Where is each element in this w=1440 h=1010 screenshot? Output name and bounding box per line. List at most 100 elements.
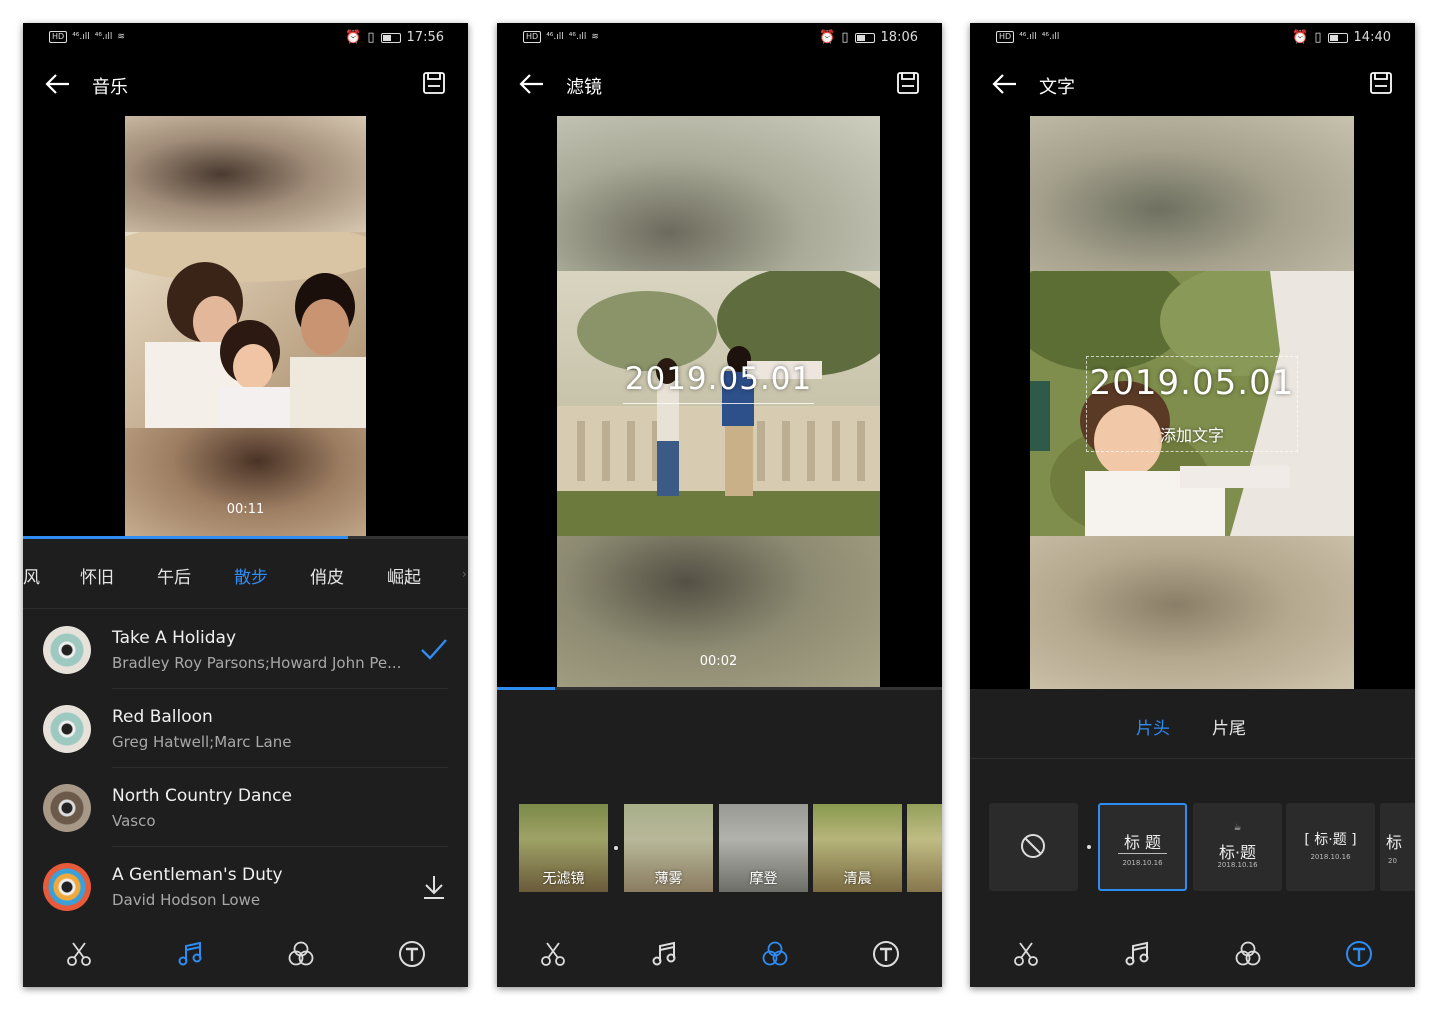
overlay-underline bbox=[623, 403, 814, 404]
tab-huaijiu[interactable]: 怀旧 bbox=[80, 563, 114, 588]
app-bar: 文字 bbox=[970, 65, 1415, 105]
overlay-date-text[interactable]: 2019.05.01 bbox=[557, 361, 880, 397]
filter-strip: 无滤镜 薄雾 摩登 清晨 bbox=[497, 804, 942, 892]
text-panel: 片头 片尾 标 题 2018.10.16 ☕ 标·题 2018.10.16 [ … bbox=[970, 689, 1415, 925]
template-none[interactable] bbox=[989, 803, 1078, 891]
filter-modern[interactable]: 摩登 bbox=[719, 804, 808, 892]
template-date: 2018.10.16 bbox=[1217, 861, 1258, 869]
list-item[interactable]: Take A Holiday Bradley Roy Parsons;Howar… bbox=[23, 610, 468, 689]
playback-time: 00:02 bbox=[699, 654, 738, 669]
bottom-toolbar bbox=[970, 925, 1415, 987]
list-item[interactable]: North Country Dance Vasco bbox=[23, 768, 468, 847]
scissors-icon[interactable] bbox=[539, 940, 567, 968]
save-icon[interactable] bbox=[1369, 71, 1393, 95]
cup-icon: ☕ bbox=[1233, 823, 1242, 833]
template-strip: 标 题 2018.10.16 ☕ 标·题 2018.10.16 [ 标·题 ] … bbox=[970, 803, 1415, 891]
filter-mist[interactable]: 薄雾 bbox=[624, 804, 713, 892]
tab-wuhou[interactable]: 午后 bbox=[157, 563, 191, 588]
tab-ending[interactable]: 片尾 bbox=[1212, 714, 1246, 739]
save-icon[interactable] bbox=[896, 71, 920, 95]
app-bar: 音乐 bbox=[23, 65, 468, 105]
template-title-2[interactable]: ☕ 标·题 2018.10.16 bbox=[1193, 803, 1282, 891]
template-rule bbox=[1118, 853, 1167, 854]
template-title-4[interactable]: 标 20 bbox=[1380, 803, 1415, 891]
save-icon[interactable] bbox=[422, 71, 446, 95]
song-artist: Greg Hatwell;Marc Lane bbox=[112, 733, 292, 751]
video-preview[interactable]: 2019.05.01 00:02 bbox=[557, 116, 880, 689]
text-t-icon[interactable] bbox=[398, 940, 426, 968]
signal-icon: ⁴⁶.ıll bbox=[72, 32, 90, 42]
tab-sanbu[interactable]: 散步 bbox=[234, 563, 268, 588]
battery-icon bbox=[854, 32, 875, 43]
filter-circles-icon[interactable] bbox=[761, 940, 789, 968]
wifi-icon: ≋ bbox=[591, 32, 599, 42]
download-icon[interactable] bbox=[420, 873, 448, 901]
signal-icon: ⁴⁶.ıll bbox=[1019, 32, 1037, 42]
alarm-icon: ⏰ bbox=[819, 30, 836, 45]
blurred-background bbox=[125, 428, 366, 538]
song-artist: David Hodson Lowe bbox=[112, 891, 261, 909]
phone-filter-screen: HD ⁴⁶.ıll ⁴⁶.ıll ≋ ⏰ ▯ 18:06 滤镜 2019.05.… bbox=[497, 23, 942, 987]
back-arrow-icon[interactable] bbox=[43, 69, 73, 99]
tab-feng[interactable]: 风 bbox=[23, 563, 40, 588]
alarm-icon: ⏰ bbox=[345, 30, 362, 45]
phone-text-screen: HD ⁴⁶.ıll ⁴⁶.ıll ⏰ ▯ 14:40 文字 2019.05.01 添加文… bbox=[970, 23, 1415, 987]
page-title: 音乐 bbox=[92, 77, 128, 98]
tab-opening[interactable]: 片头 bbox=[1136, 714, 1170, 739]
template-title: 标·题 bbox=[1218, 843, 1257, 862]
filter-circles-icon[interactable] bbox=[287, 940, 315, 968]
blurred-background bbox=[125, 116, 366, 232]
list-item[interactable]: Red Balloon Greg Hatwell;Marc Lane bbox=[23, 689, 468, 768]
filter-label: 薄雾 bbox=[654, 871, 683, 887]
music-note-icon[interactable] bbox=[650, 940, 678, 968]
battery-icon bbox=[1327, 32, 1348, 43]
blurred-background bbox=[1030, 536, 1354, 689]
template-title-3[interactable]: [ 标·题 ] 2018.10.16 bbox=[1286, 803, 1375, 891]
wifi-icon: ≋ bbox=[117, 32, 125, 42]
segment-tabs: 片头 片尾 bbox=[970, 689, 1415, 759]
playback-time: 00:11 bbox=[226, 502, 265, 517]
overlay-date-text[interactable]: 2019.05.01 bbox=[1030, 363, 1354, 403]
template-title-1[interactable]: 标 题 2018.10.16 bbox=[1098, 803, 1187, 891]
overlay-subtitle-text[interactable]: 添加文字 bbox=[1030, 422, 1354, 446]
tab-jueqi[interactable]: 崛起 bbox=[387, 563, 421, 588]
music-note-icon[interactable] bbox=[1123, 940, 1151, 968]
template-date: 20 bbox=[1388, 857, 1397, 865]
signal-icon: ⁴⁶.ıll bbox=[568, 32, 587, 42]
text-t-icon[interactable] bbox=[1345, 940, 1373, 968]
scissors-icon[interactable] bbox=[65, 940, 93, 968]
no-symbol-icon bbox=[1021, 834, 1045, 858]
clock: 18:06 bbox=[880, 30, 918, 45]
clock: 17:56 bbox=[406, 30, 444, 45]
filter-morning[interactable]: 清晨 bbox=[813, 804, 902, 892]
video-preview[interactable]: 00:11 bbox=[125, 116, 366, 538]
back-arrow-icon[interactable] bbox=[990, 69, 1020, 99]
back-arrow-icon[interactable] bbox=[517, 69, 547, 99]
alarm-icon: ⏰ bbox=[1292, 30, 1309, 45]
filter-panel: 无滤镜 薄雾 摩登 清晨 bbox=[497, 690, 942, 925]
filter-label: 无滤镜 bbox=[542, 871, 585, 887]
video-preview[interactable]: 2019.05.01 添加文字 bbox=[1030, 116, 1354, 689]
song-title: Take A Holiday bbox=[112, 628, 237, 648]
list-item[interactable]: A Gentleman's Duty David Hodson Lowe bbox=[23, 847, 468, 926]
filter-circles-icon[interactable] bbox=[1234, 940, 1262, 968]
album-cover bbox=[43, 626, 91, 674]
blurred-background bbox=[557, 116, 880, 271]
song-artist: Vasco bbox=[112, 812, 156, 830]
scissors-icon[interactable] bbox=[1012, 940, 1040, 968]
signal-icon: ⁴⁶.ıll bbox=[94, 32, 113, 42]
page-title: 滤镜 bbox=[566, 77, 602, 98]
filter-none[interactable]: 无滤镜 bbox=[519, 804, 608, 892]
album-cover bbox=[43, 863, 91, 911]
music-note-icon[interactable] bbox=[176, 940, 204, 968]
phone-music-screen: HD ⁴⁶.ıll ⁴⁶.ıll ≋ ⏰ ▯ 17:56 音乐 00:11 风 … bbox=[23, 23, 468, 987]
template-date: 2018.10.16 bbox=[1122, 859, 1163, 867]
tab-qiaopi[interactable]: 俏皮 bbox=[310, 563, 344, 588]
song-title: North Country Dance bbox=[112, 786, 292, 806]
signal-icon: ⁴⁶.ıll bbox=[1041, 32, 1060, 42]
text-t-icon[interactable] bbox=[872, 940, 900, 968]
template-date: 2018.10.16 bbox=[1310, 853, 1351, 861]
tabs-overflow-indicator: › bbox=[462, 567, 467, 581]
status-bar: HD ⁴⁶.ıll ⁴⁶.ıll ≋ ⏰ ▯ 17:56 bbox=[23, 23, 468, 53]
filter-next[interactable] bbox=[907, 804, 942, 892]
